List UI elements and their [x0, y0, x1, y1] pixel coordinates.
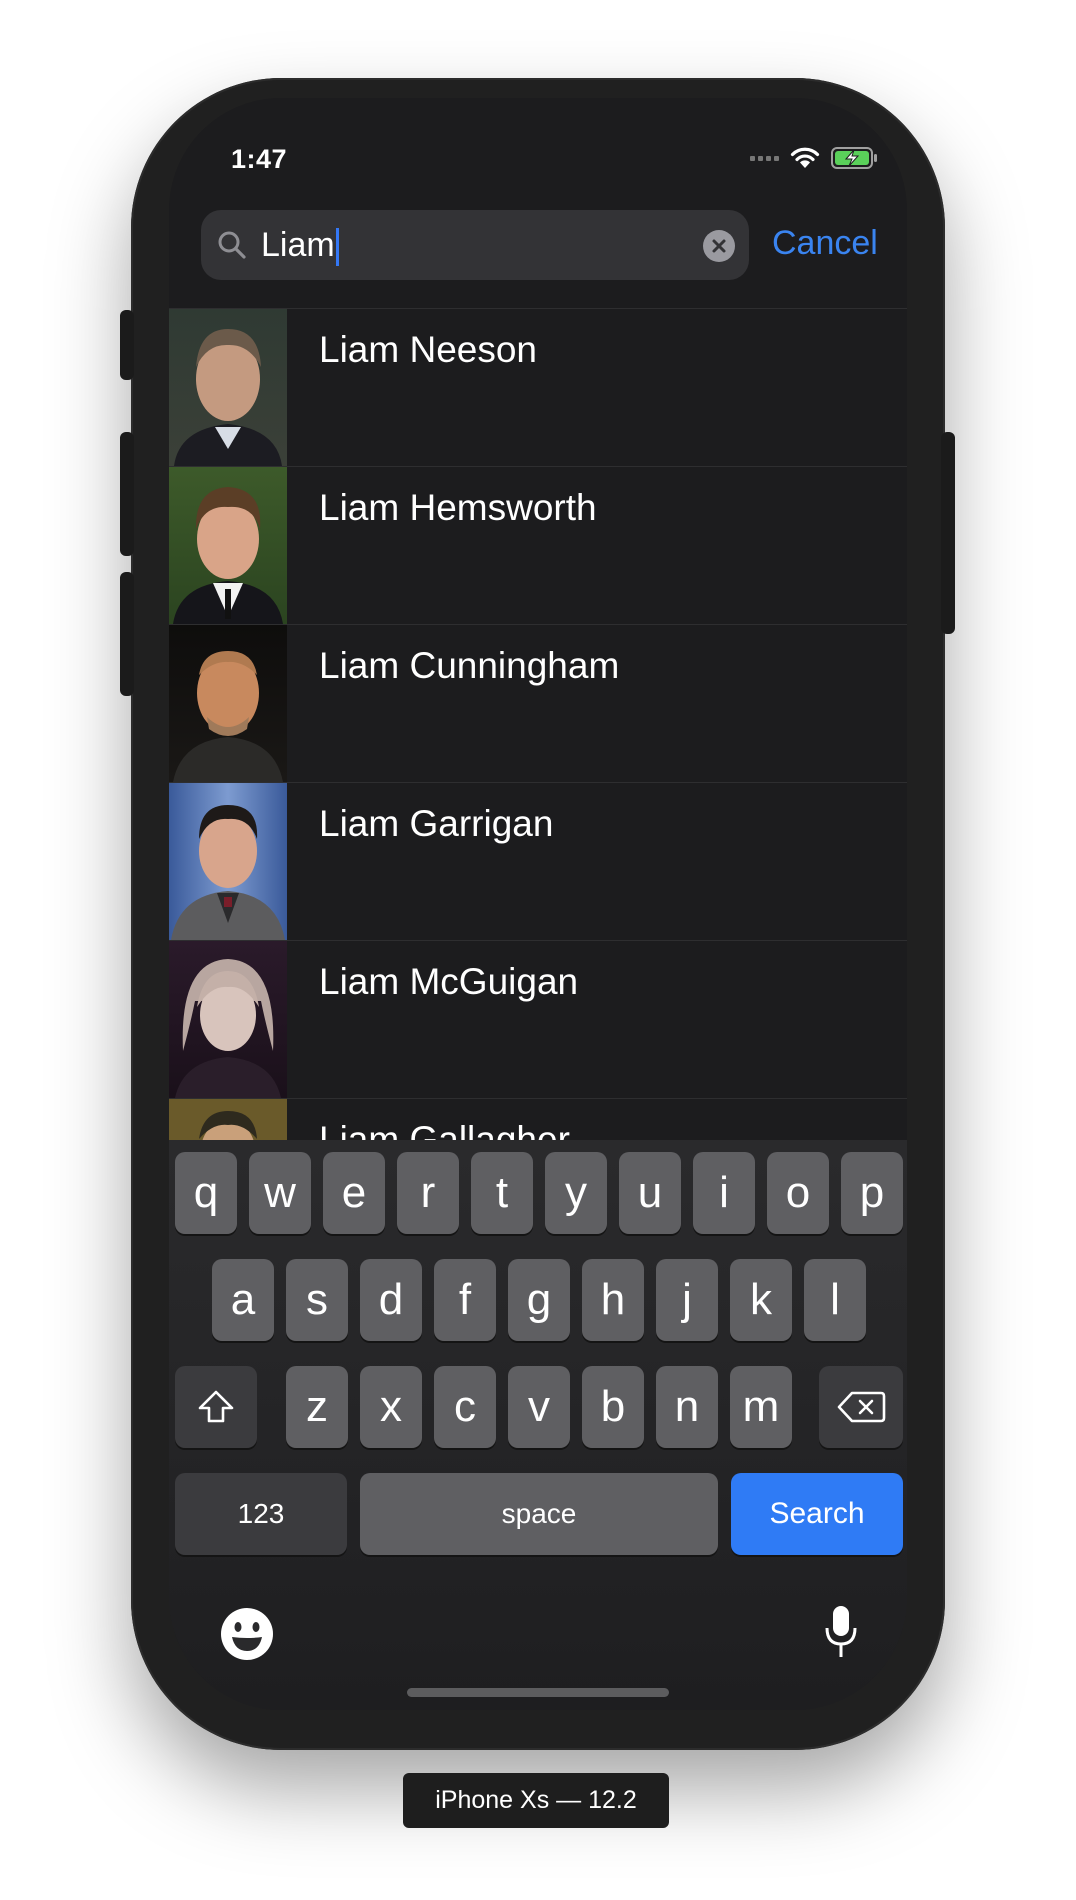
result-row[interactable]: Liam Neeson [169, 308, 907, 466]
clear-icon [712, 239, 726, 253]
result-name: Liam McGuigan [319, 961, 579, 1002]
cancel-button[interactable]: Cancel [772, 224, 878, 263]
actor-photo [169, 467, 287, 624]
key-g[interactable]: g [508, 1259, 570, 1341]
key-m[interactable]: m [730, 1366, 792, 1448]
key-t[interactable]: t [471, 1152, 533, 1234]
shift-key[interactable] [175, 1366, 257, 1448]
key-q[interactable]: q [175, 1152, 237, 1234]
keyboard: q w e r t y u i o p a s d f g h j k l z … [169, 1140, 907, 1710]
key-y[interactable]: y [545, 1152, 607, 1234]
wifi-icon [790, 147, 820, 168]
numbers-key[interactable]: 123 [175, 1473, 347, 1555]
screen: 1:47 Liam Cancel Liam Neeson Liam Hemswo… [169, 98, 907, 1710]
result-row[interactable]: Liam McGuigan [169, 940, 907, 1098]
space-key[interactable]: space [360, 1473, 718, 1555]
delete-key[interactable] [819, 1366, 903, 1448]
home-indicator[interactable] [407, 1688, 669, 1697]
search-query: Liam [261, 226, 335, 264]
results-list[interactable]: Liam Neeson Liam Hemsworth Liam Cunningh… [169, 308, 907, 1256]
actor-photo [169, 783, 287, 940]
device-label: iPhone Xs — 12.2 [403, 1773, 669, 1828]
actor-photo [169, 625, 287, 782]
key-p[interactable]: p [841, 1152, 903, 1234]
key-i[interactable]: i [693, 1152, 755, 1234]
delete-icon [837, 1391, 886, 1423]
key-s[interactable]: s [286, 1259, 348, 1341]
key-j[interactable]: j [656, 1259, 718, 1341]
cellular-signal-icon [750, 155, 779, 161]
key-u[interactable]: u [619, 1152, 681, 1234]
key-w[interactable]: w [249, 1152, 311, 1234]
status-time: 1:47 [231, 144, 288, 174]
key-h[interactable]: h [582, 1259, 644, 1341]
key-x[interactable]: x [360, 1366, 422, 1448]
key-o[interactable]: o [767, 1152, 829, 1234]
search-icon [218, 231, 246, 259]
result-row[interactable]: Liam Hemsworth [169, 466, 907, 624]
search-input[interactable]: Liam [261, 225, 339, 267]
key-f[interactable]: f [434, 1259, 496, 1341]
result-row[interactable]: Liam Cunningham [169, 624, 907, 782]
search-field[interactable]: Liam [201, 210, 749, 280]
result-row[interactable]: Liam Garrigan [169, 782, 907, 940]
key-c[interactable]: c [434, 1366, 496, 1448]
key-r[interactable]: r [397, 1152, 459, 1234]
dictation-button[interactable] [821, 1602, 861, 1662]
key-v[interactable]: v [508, 1366, 570, 1448]
key-n[interactable]: n [656, 1366, 718, 1448]
result-name: Liam Garrigan [319, 803, 554, 844]
key-a[interactable]: a [212, 1259, 274, 1341]
actor-photo [169, 941, 287, 1098]
volume-down-button [120, 572, 134, 696]
emoji-icon [221, 1608, 273, 1660]
text-cursor [335, 228, 339, 267]
key-l[interactable]: l [804, 1259, 866, 1341]
key-k[interactable]: k [730, 1259, 792, 1341]
key-e[interactable]: e [323, 1152, 385, 1234]
battery-charging-icon [831, 147, 877, 169]
mute-switch [120, 310, 134, 380]
status-icons [750, 146, 879, 170]
key-z[interactable]: z [286, 1366, 348, 1448]
volume-up-button [120, 432, 134, 556]
result-name: Liam Cunningham [319, 645, 620, 686]
microphone-icon [825, 1606, 857, 1657]
key-b[interactable]: b [582, 1366, 644, 1448]
shift-icon [198, 1390, 234, 1423]
key-d[interactable]: d [360, 1259, 422, 1341]
power-button [941, 432, 955, 634]
result-name: Liam Neeson [319, 329, 538, 370]
actor-photo [169, 309, 287, 466]
search-key[interactable]: Search [731, 1473, 903, 1555]
clear-search-button[interactable] [703, 230, 735, 262]
result-name: Liam Hemsworth [319, 487, 597, 528]
emoji-button[interactable] [219, 1606, 275, 1662]
